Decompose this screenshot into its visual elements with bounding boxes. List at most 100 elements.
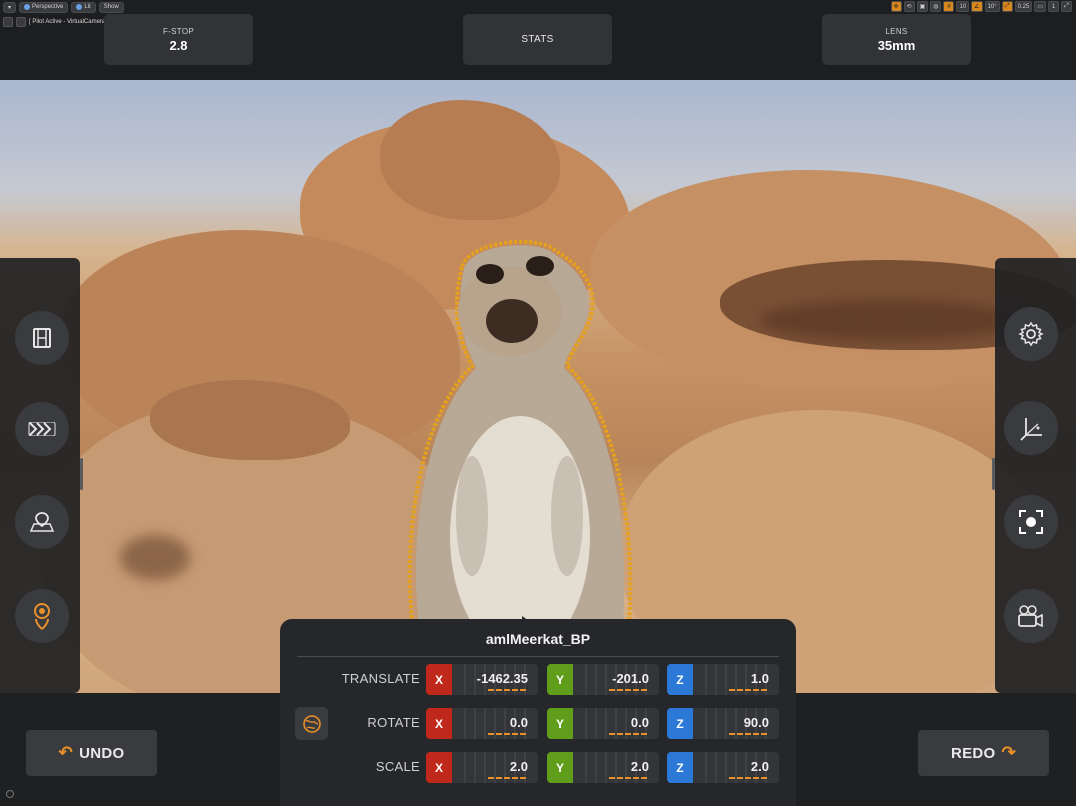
translate-label: TRANSLATE <box>341 671 420 686</box>
translate-y-field[interactable]: Y -201.0 <box>547 664 659 695</box>
axis-z-badge: Z <box>667 708 693 739</box>
rock-crevice <box>120 535 190 580</box>
right-tool-panel <box>992 258 1076 693</box>
grid-snap-icon[interactable]: # <box>943 1 955 12</box>
actor-name: amlMeerkat_BP <box>485 631 591 647</box>
scrub-underline <box>488 733 528 735</box>
camera-speed-value[interactable]: 1 <box>1048 1 1059 12</box>
chevrons-icon <box>28 422 56 436</box>
globe-icon <box>302 714 321 733</box>
rotate-mode-icon[interactable]: ⟲ <box>903 1 915 12</box>
scale-y-field[interactable]: Y 2.0 <box>547 752 659 783</box>
redo-button[interactable]: REDO ↷ <box>918 730 1049 776</box>
rock-formation <box>380 100 560 220</box>
axis-x-badge: X <box>426 708 452 739</box>
meerkat-muzzle <box>486 299 538 343</box>
focus-frame-icon <box>1019 510 1043 534</box>
axis-y-badge: Y <box>547 708 573 739</box>
translate-y-value: -201.0 <box>612 671 649 686</box>
scale-snap-value[interactable]: 0.25 <box>1014 1 1033 12</box>
rotate-z-value: 90.0 <box>743 715 769 730</box>
transform-axes-button[interactable] <box>1004 401 1058 455</box>
meerkat-arm <box>456 456 488 576</box>
rotate-x-field[interactable]: X 0.0 <box>426 708 538 739</box>
undo-button[interactable]: ↶ UNDO <box>26 730 157 776</box>
scale-mode-icon[interactable]: ▣ <box>916 1 929 12</box>
scale-x-field[interactable]: X 2.0 <box>426 752 538 783</box>
scrub-underline <box>488 777 528 779</box>
stats-label: STATS <box>521 34 554 45</box>
fstop-label: F-STOP <box>163 26 194 36</box>
maximize-icon[interactable]: ⤢ <box>1061 1 1072 12</box>
show-button[interactable]: Show <box>98 1 124 13</box>
left-tool-panel <box>0 258 83 693</box>
rotate-y-field[interactable]: Y 0.0 <box>547 708 659 739</box>
transform-panel: amlMeerkat_BP TRANSLATE X -1462.35 Y -20… <box>280 619 796 806</box>
status-indicator-icon <box>6 790 14 798</box>
rotation-snap-value[interactable]: 10° <box>984 1 1000 12</box>
rotate-y-value: 0.0 <box>630 715 649 730</box>
fstop-value: 2.8 <box>169 37 188 53</box>
translate-x-field[interactable]: X -1462.35 <box>426 664 538 695</box>
autofocus-button[interactable] <box>1004 495 1058 549</box>
playback-button[interactable] <box>15 402 69 456</box>
scrub-underline <box>609 733 649 735</box>
translate-z-field[interactable]: Z 1.0 <box>667 664 779 695</box>
sequencer-button[interactable] <box>15 311 69 365</box>
scrub-underline <box>729 777 769 779</box>
rotate-x-value: 0.0 <box>509 715 528 730</box>
camera-speed-icon[interactable]: ▭ <box>1034 1 1046 12</box>
lit-icon <box>76 4 83 10</box>
axes-icon <box>1020 418 1042 441</box>
gear-icon <box>1018 321 1044 347</box>
focus-tool-button[interactable] <box>15 589 69 643</box>
axis-x-badge: X <box>426 752 452 783</box>
lens-value: 35mm <box>877 37 916 53</box>
axis-y-badge: Y <box>547 664 573 695</box>
viewport-options-button[interactable]: ▾ <box>3 1 17 13</box>
rotation-snap-icon[interactable]: ∠ <box>971 1 983 12</box>
stats-card[interactable]: STATS <box>463 14 612 65</box>
eject-icon[interactable] <box>16 16 26 27</box>
focus-target-icon <box>34 603 50 630</box>
camera-icon <box>1018 605 1043 628</box>
scale-z-value: 2.0 <box>750 759 769 774</box>
translate-x-value: -1462.35 <box>476 671 528 686</box>
coordinate-space-button[interactable] <box>295 707 328 740</box>
settings-button[interactable] <box>1004 307 1058 361</box>
lens-label: LENS <box>885 26 908 36</box>
grid-snap-value[interactable]: 10 <box>956 1 970 12</box>
redo-label: REDO <box>950 744 996 762</box>
divider <box>297 656 779 657</box>
map-pin-icon <box>29 512 55 532</box>
perspective-button[interactable]: Perspective <box>19 1 69 13</box>
meerkat-eye <box>526 256 554 276</box>
film-strip-icon <box>33 328 51 348</box>
perspective-icon <box>24 4 31 10</box>
axis-y-badge: Y <box>547 752 573 783</box>
transform-mode-icon[interactable]: ✣ <box>890 1 902 12</box>
pilot-icon[interactable] <box>3 16 13 27</box>
panel-resize-handle[interactable] <box>992 458 995 490</box>
panel-resize-handle[interactable] <box>80 458 83 490</box>
scale-z-field[interactable]: Z 2.0 <box>667 752 779 783</box>
rotate-z-field[interactable]: Z 90.0 <box>667 708 779 739</box>
scrub-underline <box>729 689 769 691</box>
translate-z-value: 1.0 <box>750 671 769 686</box>
scale-label: SCALE <box>375 759 420 774</box>
lit-button[interactable]: Lit <box>71 1 96 13</box>
axis-z-badge: Z <box>667 664 693 695</box>
world-space-icon[interactable]: ◍ <box>930 1 942 12</box>
scale-snap-icon[interactable]: ⤢ <box>1001 1 1013 12</box>
lens-card[interactable]: LENS 35mm <box>822 14 971 65</box>
fstop-card[interactable]: F-STOP 2.8 <box>104 14 253 65</box>
axis-x-badge: X <box>426 664 452 695</box>
redo-arrow-icon: ↷ <box>1001 743 1017 762</box>
viewport-settings-group: ✣ ⟲ ▣ ◍ # 10 ∠ 10° ⤢ 0.25 ▭ 1 ⤢ <box>890 1 1072 12</box>
axis-z-badge: Z <box>667 752 693 783</box>
rotate-label: ROTATE <box>367 715 420 730</box>
scrub-underline <box>609 777 649 779</box>
rock-crevice <box>760 300 1020 340</box>
teleport-button[interactable] <box>15 495 69 549</box>
camera-options-button[interactable] <box>1004 589 1058 643</box>
